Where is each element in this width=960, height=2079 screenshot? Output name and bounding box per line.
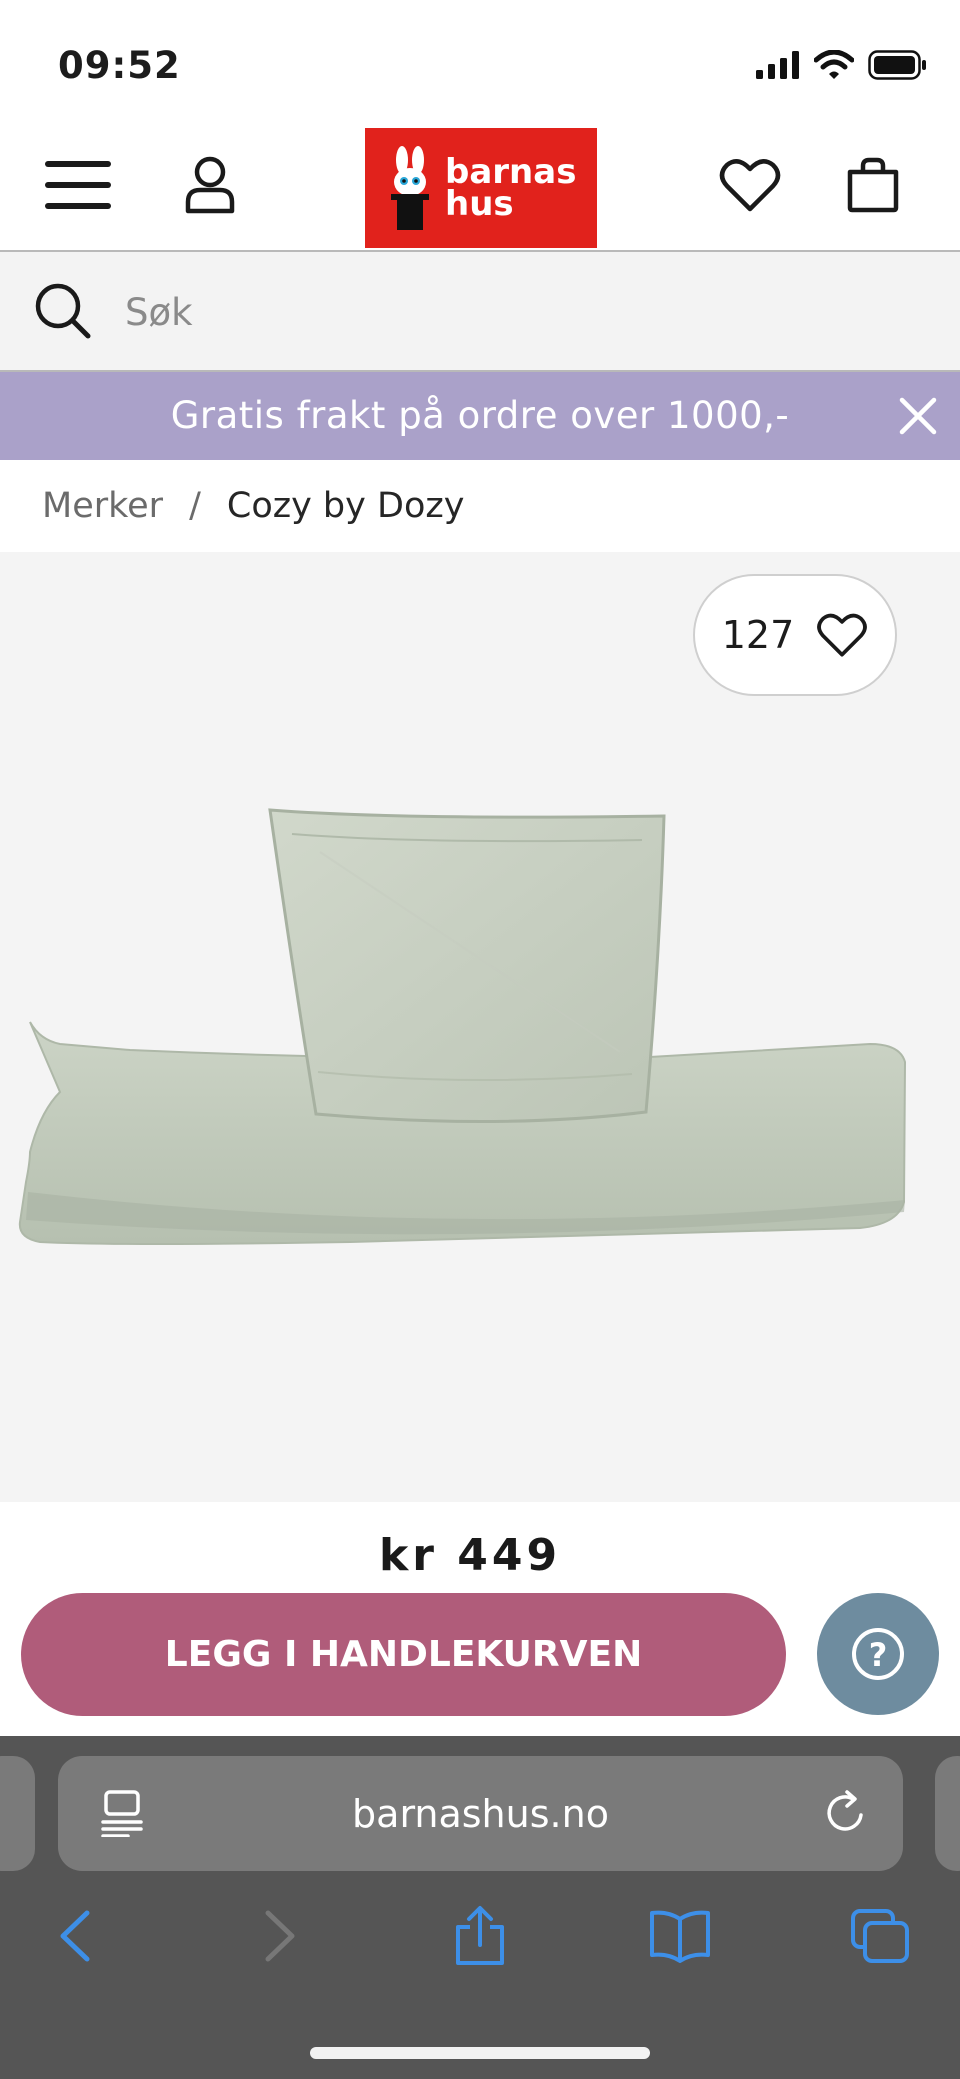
wishlist-button[interactable] (710, 145, 790, 225)
previous-tab-peek[interactable] (0, 1756, 35, 1871)
breadcrumb-link-merker[interactable]: Merker (42, 486, 163, 526)
breadcrumb-separator: / (189, 486, 201, 526)
next-tab-peek[interactable] (935, 1756, 960, 1871)
forward-icon (265, 1910, 295, 1962)
menu-button[interactable] (38, 145, 118, 225)
promo-text: Gratis frakt på ordre over 1000,- (170, 394, 790, 437)
address-bar[interactable]: barnashus.no (58, 1756, 903, 1871)
reload-icon[interactable] (823, 1789, 869, 1837)
url-text: barnashus.no (352, 1792, 609, 1836)
close-icon[interactable] (892, 390, 944, 442)
forward-button[interactable] (240, 1896, 320, 1976)
promo-banner: Gratis frakt på ordre over 1000,- (0, 372, 960, 460)
cart-bag-button[interactable] (833, 145, 913, 225)
breadcrumb-current: Cozy by Dozy (226, 486, 465, 526)
home-indicator[interactable] (310, 2047, 650, 2059)
heart-icon (817, 613, 868, 657)
back-icon (60, 1910, 90, 1962)
browser-toolbar: barnashus.no (0, 1736, 960, 2079)
bookmarks-button[interactable] (640, 1896, 720, 1976)
logo-text: barnas hus (445, 155, 576, 224)
heart-icon (719, 159, 781, 212)
favorite-count-pill[interactable]: 127 (693, 574, 897, 696)
site-header: barnas hus (0, 125, 960, 250)
search-input[interactable] (125, 284, 885, 340)
share-icon (456, 1906, 504, 1965)
favorite-count: 127 (721, 613, 795, 657)
help-glyph: ? (869, 1636, 888, 1674)
battery-icon (868, 50, 926, 80)
search-icon[interactable] (34, 282, 92, 340)
wifi-icon (814, 50, 854, 79)
search-bar (0, 250, 960, 372)
account-button[interactable] (170, 145, 250, 225)
menu-icon (45, 161, 111, 209)
breadcrumb: Merker / Cozy by Dozy (0, 460, 960, 552)
product-price: kr 449 (378, 1530, 562, 1581)
status-bar: 09:52 (0, 0, 960, 125)
tabs-icon (851, 1909, 909, 1963)
add-to-cart-button[interactable]: LEGG I HANDLEKURVEN (21, 1593, 786, 1716)
rabbit-hat-logo-icon (391, 146, 429, 230)
help-button[interactable]: ? (817, 1593, 939, 1715)
signal-icon (756, 51, 799, 79)
status-icons (756, 50, 928, 80)
bag-icon (847, 157, 899, 213)
status-time: 09:52 (58, 44, 181, 87)
product-image-area[interactable]: 127 (0, 552, 960, 1502)
back-button[interactable] (35, 1896, 115, 1976)
bookmarks-icon (650, 1910, 710, 1963)
site-logo[interactable]: barnas hus (365, 128, 597, 248)
account-icon (185, 156, 235, 214)
tabs-button[interactable] (840, 1896, 920, 1976)
logo-line-2: hus (445, 184, 514, 224)
share-button[interactable] (440, 1896, 520, 1976)
question-icon: ? (852, 1628, 904, 1680)
